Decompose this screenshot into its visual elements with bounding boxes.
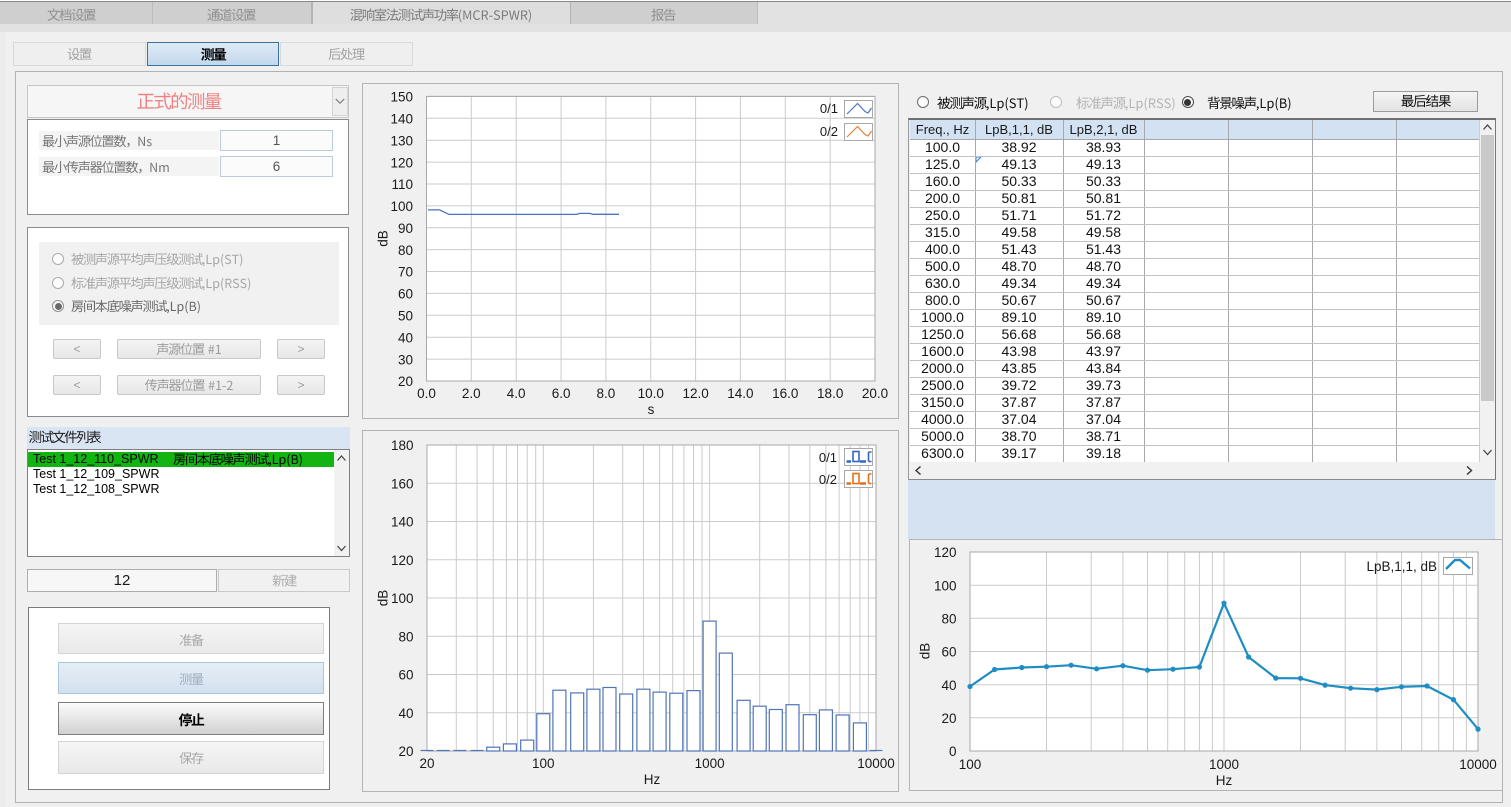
svg-text:dB: dB: [376, 590, 391, 607]
svg-text:4.0: 4.0: [507, 386, 526, 401]
svg-text:0.0: 0.0: [417, 386, 436, 401]
svg-text:80: 80: [398, 629, 413, 644]
svg-text:0/2: 0/2: [819, 472, 837, 487]
svg-text:0/2: 0/2: [820, 124, 838, 139]
svg-text:90: 90: [398, 221, 413, 236]
svg-text:140: 140: [391, 515, 414, 530]
svg-text:dB: dB: [918, 643, 933, 660]
svg-text:60: 60: [398, 287, 413, 302]
svg-text:8.0: 8.0: [597, 386, 616, 401]
svg-text:16.0: 16.0: [772, 386, 798, 401]
svg-text:100: 100: [532, 756, 555, 771]
svg-text:80: 80: [398, 243, 413, 258]
svg-text:50: 50: [398, 309, 413, 324]
svg-text:10.0: 10.0: [638, 386, 664, 401]
svg-text:20: 20: [941, 711, 956, 726]
svg-text:s: s: [648, 402, 655, 417]
svg-text:0/1: 0/1: [820, 101, 838, 116]
svg-text:110: 110: [391, 177, 413, 192]
svg-text:Hz: Hz: [1216, 773, 1233, 788]
svg-text:20: 20: [398, 744, 413, 759]
svg-text:80: 80: [941, 612, 956, 627]
svg-text:12.0: 12.0: [682, 386, 708, 401]
svg-text:60: 60: [941, 645, 956, 660]
svg-text:120: 120: [391, 553, 414, 568]
svg-text:40: 40: [941, 678, 956, 693]
svg-text:60: 60: [398, 668, 413, 683]
svg-text:2.0: 2.0: [462, 386, 481, 401]
svg-text:14.0: 14.0: [727, 386, 753, 401]
svg-text:20.0: 20.0: [862, 386, 888, 401]
svg-text:70: 70: [398, 265, 413, 280]
svg-text:120: 120: [390, 155, 413, 170]
svg-text:160: 160: [391, 477, 414, 492]
svg-text:40: 40: [398, 330, 413, 345]
svg-text:130: 130: [390, 133, 413, 148]
svg-text:100: 100: [934, 578, 957, 593]
svg-text:1000: 1000: [1209, 757, 1239, 772]
svg-text:100: 100: [391, 591, 414, 606]
svg-text:100: 100: [959, 757, 982, 772]
svg-text:18.0: 18.0: [817, 386, 843, 401]
svg-text:dB: dB: [376, 230, 391, 247]
svg-text:180: 180: [391, 438, 414, 453]
svg-text:1000: 1000: [695, 756, 725, 771]
svg-text:30: 30: [398, 352, 413, 367]
svg-text:140: 140: [390, 112, 413, 127]
svg-text:LpB,1,1, dB: LpB,1,1, dB: [1366, 559, 1437, 574]
svg-text:6.0: 6.0: [552, 386, 571, 401]
svg-text:Hz: Hz: [644, 772, 661, 787]
svg-text:150: 150: [390, 90, 413, 105]
svg-text:20: 20: [398, 374, 413, 389]
svg-text:40: 40: [398, 706, 413, 721]
svg-text:10000: 10000: [1459, 757, 1497, 772]
svg-text:0: 0: [949, 744, 957, 759]
svg-text:20: 20: [419, 756, 434, 771]
svg-text:0/1: 0/1: [819, 450, 837, 465]
svg-text:10000: 10000: [857, 756, 895, 771]
svg-text:120: 120: [934, 545, 957, 560]
svg-text:100: 100: [390, 199, 413, 214]
